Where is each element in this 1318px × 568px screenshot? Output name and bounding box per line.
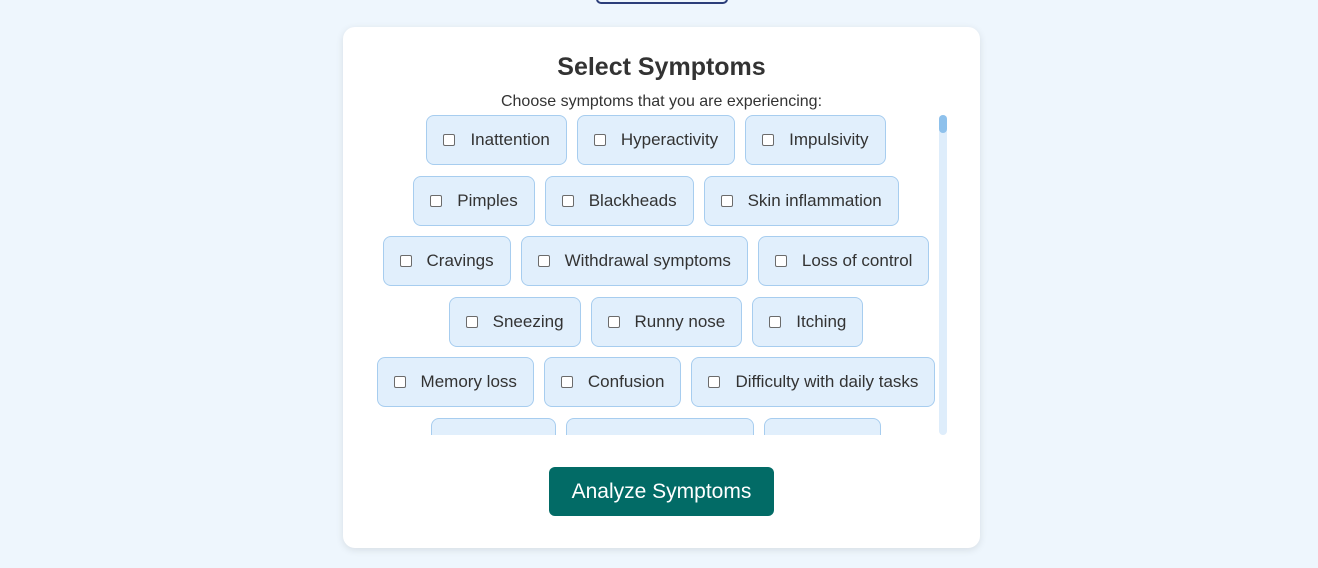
checkbox[interactable]	[720, 194, 733, 207]
checkbox[interactable]	[593, 134, 606, 146]
symptom-row: Memory loss Confusion Difficulty with da…	[363, 357, 949, 407]
symptom-label: Inattention	[470, 130, 550, 149]
symptom-option-pimples[interactable]: Pimples	[413, 175, 535, 226]
symptom-option-withdrawal-symptoms[interactable]: Withdrawal symptoms	[520, 236, 748, 286]
symptom-label: Impulsivity	[789, 130, 869, 149]
symptom-row: Cravings Withdrawal symptoms Loss of con…	[363, 236, 949, 286]
symptom-label: Blackheads	[588, 190, 677, 210]
symptom-option-skin-inflammation[interactable]: Skin inflammation	[703, 175, 899, 226]
symptom-option-hyperactivity[interactable]: Hyperactivity	[576, 115, 736, 165]
symptom-option-partially-visible[interactable]	[566, 417, 754, 435]
checkbox[interactable]	[774, 255, 787, 267]
checkbox[interactable]	[560, 376, 573, 388]
symptom-label: Pimples	[457, 190, 518, 210]
symptom-option-inattention[interactable]: Inattention	[426, 115, 567, 165]
symptom-label: Sneezing	[492, 311, 564, 331]
checkbox[interactable]	[762, 134, 775, 146]
symptom-option-sneezing[interactable]: Sneezing	[448, 296, 581, 347]
symptom-selector-card: Select Symptoms Choose symptoms that you…	[343, 27, 980, 548]
symptom-option-confusion[interactable]: Confusion	[543, 357, 682, 407]
symptom-row: Pimples Blackheads Skin inflammation	[363, 175, 949, 226]
page-title: Select Symptoms	[557, 53, 766, 81]
symptom-option-runny-nose[interactable]: Runny nose	[590, 296, 743, 347]
symptom-option-loss-of-control[interactable]: Loss of control	[757, 236, 930, 286]
symptom-label: Cravings	[426, 251, 494, 270]
checkbox[interactable]	[430, 194, 443, 207]
symptom-label: Loss of control	[801, 251, 913, 270]
symptom-option-blackheads[interactable]: Blackheads	[544, 175, 694, 226]
symptom-label: Memory loss	[420, 372, 517, 391]
checkbox[interactable]	[561, 194, 574, 207]
symptom-label: Confusion	[587, 372, 665, 391]
symptom-label: Hyperactivity	[620, 130, 719, 149]
symptom-label: Skin inflammation	[747, 190, 882, 210]
checkbox[interactable]	[607, 315, 620, 328]
page-subtitle: Choose symptoms that you are experiencin…	[500, 93, 823, 110]
symptom-row-partial	[363, 417, 949, 435]
symptom-option-cravings[interactable]: Cravings	[382, 236, 511, 286]
checkbox[interactable]	[465, 315, 478, 328]
checkbox[interactable]	[708, 376, 721, 388]
scrollbar-thumb[interactable]	[939, 115, 947, 133]
symptom-list-scrollbar[interactable]	[939, 115, 947, 435]
symptom-option-memory-loss[interactable]: Memory loss	[376, 357, 534, 407]
checkbox[interactable]	[537, 255, 550, 267]
checkbox[interactable]	[399, 255, 412, 267]
symptom-list-scroll-area[interactable]: Inattention Hyperactivity Impulsivity Pi…	[363, 115, 949, 435]
symptom-option-difficulty-with-daily-tasks[interactable]: Difficulty with daily tasks	[691, 357, 936, 407]
symptom-option-itching[interactable]: Itching	[752, 296, 864, 347]
symptom-option-partially-visible[interactable]	[431, 417, 556, 435]
checkbox[interactable]	[393, 376, 406, 388]
checkbox[interactable]	[769, 315, 782, 328]
analyze-symptoms-button[interactable]: Analyze Symptoms	[549, 467, 774, 516]
symptom-option-partially-visible[interactable]	[764, 417, 881, 435]
symptom-label: Runny nose	[634, 311, 726, 331]
top-tab-edge	[596, 0, 728, 4]
symptom-label: Withdrawal symptoms	[564, 251, 731, 270]
symptom-row: Inattention Hyperactivity Impulsivity	[363, 115, 949, 165]
symptom-label: Itching	[796, 311, 847, 331]
symptom-option-impulsivity[interactable]: Impulsivity	[745, 115, 886, 165]
checkbox[interactable]	[443, 134, 456, 146]
symptom-row: Sneezing Runny nose Itching	[363, 296, 949, 347]
symptom-label: Difficulty with daily tasks	[735, 372, 919, 391]
symptom-rows: Inattention Hyperactivity Impulsivity Pi…	[363, 115, 949, 435]
